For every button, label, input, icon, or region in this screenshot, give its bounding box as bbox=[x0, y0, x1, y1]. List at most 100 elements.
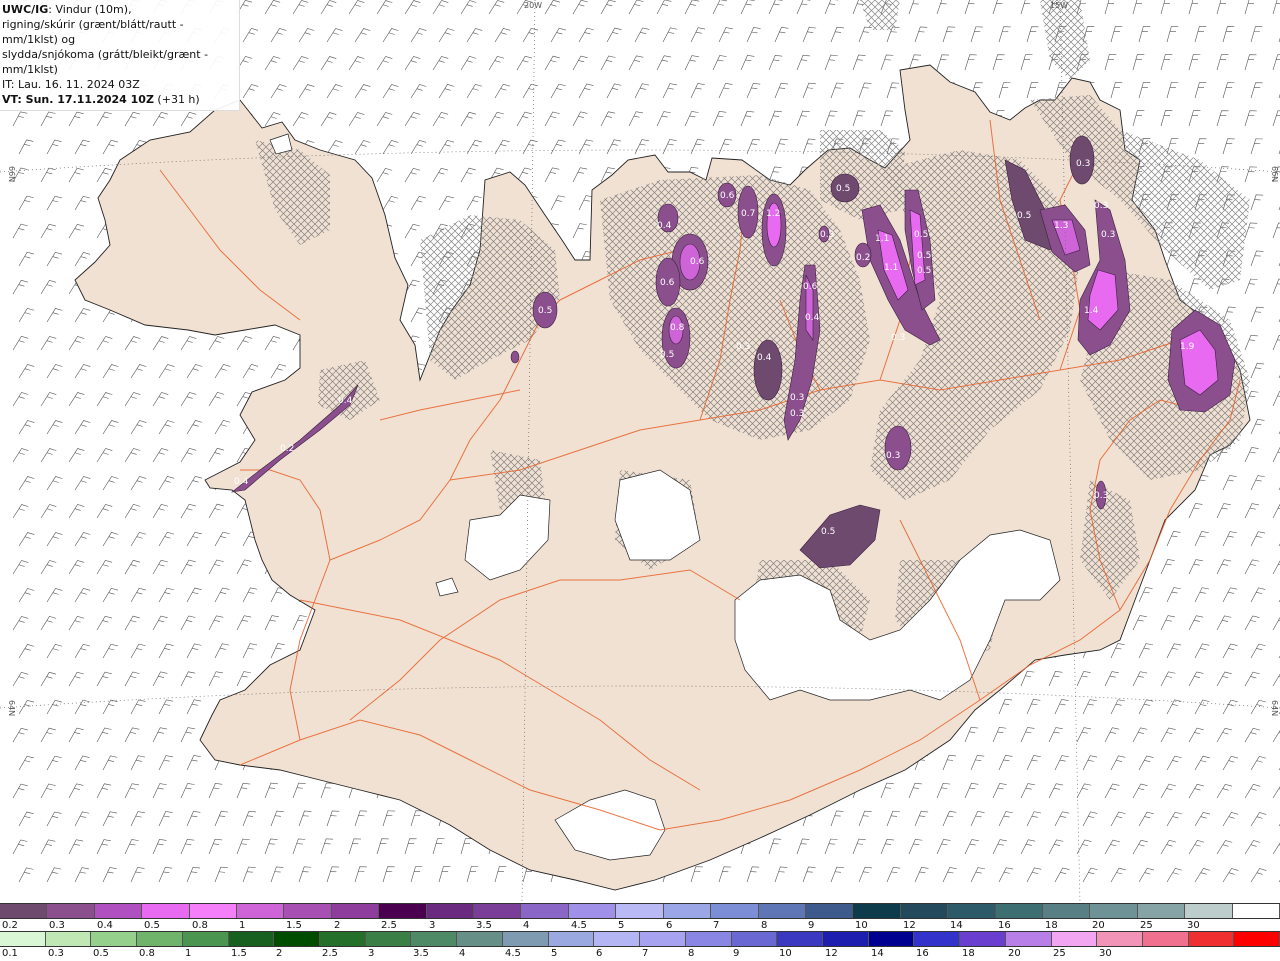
legend-swatch bbox=[1042, 904, 1091, 918]
legend-swatch bbox=[805, 904, 854, 918]
precip-label: 0.5 bbox=[836, 184, 850, 194]
legend-tick-label: 7 bbox=[642, 948, 649, 959]
legend-tick-label: 5 bbox=[551, 948, 558, 959]
precip-label: 0.4 bbox=[657, 221, 672, 231]
map-info-box: UWC/IG: Vindur (10m), rigning/skúrir (gr… bbox=[0, 0, 240, 111]
legend-swatch bbox=[274, 932, 321, 946]
snow-colorbar bbox=[0, 903, 1280, 919]
precip-label: 0.3 bbox=[790, 409, 804, 419]
legend-swatch bbox=[365, 932, 412, 946]
legend-swatch bbox=[685, 932, 732, 946]
legend-swatch bbox=[474, 904, 522, 918]
legend-tick-label: 30 bbox=[1099, 948, 1112, 959]
lon-label-15w: 15W bbox=[1050, 1, 1068, 10]
precip-label: 0.5 bbox=[821, 527, 835, 537]
legend-swatch bbox=[948, 904, 996, 918]
legend-tick-label: 12 bbox=[903, 920, 916, 931]
legend-swatch bbox=[914, 932, 961, 946]
legend-swatch bbox=[594, 932, 641, 946]
precip-label: 0.5 bbox=[1017, 211, 1031, 221]
precip-label: 0.3 bbox=[790, 393, 804, 403]
legend-tick-label: 3.5 bbox=[413, 948, 429, 959]
rain-ticks: 0.1 0.3 0.5 0.8 1 1.5 2 2.5 3 3.5 4 4.5 5 6 7 8 9 10 12 14 1… bbox=[0, 947, 1280, 961]
legend-tick-label: 9 bbox=[733, 948, 740, 959]
legend-tick-label: 0.8 bbox=[139, 948, 155, 959]
precip-label: 1.1 bbox=[875, 234, 889, 244]
legend-tick-label: 4.5 bbox=[505, 948, 521, 959]
legend-swatch bbox=[777, 932, 823, 946]
legend-swatch bbox=[1188, 932, 1235, 946]
legend-swatch bbox=[0, 932, 46, 946]
info-line-2: rigning/skúrir (grænt/blátt/rautt - mm/1… bbox=[2, 18, 184, 46]
valid-time-line: VT: Sun. 17.11.2024 10Z (+31 h) bbox=[2, 92, 236, 107]
precip-label: 0.3 bbox=[1101, 230, 1115, 240]
legend-tick-label: 0.2 bbox=[2, 920, 18, 931]
legend-tick-label: 30 bbox=[1187, 920, 1200, 931]
legend-swatch bbox=[1185, 904, 1233, 918]
legend-swatch bbox=[663, 904, 712, 918]
legend-swatch bbox=[640, 932, 686, 946]
legend-tick-label: 1 bbox=[239, 920, 246, 931]
legend-tick-label: 2 bbox=[334, 920, 341, 931]
legend-tick-label: 2.5 bbox=[322, 948, 338, 959]
lon-label-20w: 20W bbox=[524, 1, 542, 10]
info-line-1: : Vindur (10m), bbox=[48, 3, 132, 16]
legend-swatch bbox=[731, 932, 778, 946]
precip-label: 0.2 bbox=[856, 253, 870, 263]
precip-label: 0.3 bbox=[1094, 491, 1108, 501]
legend-tick-label: 16 bbox=[916, 948, 929, 959]
legend-swatch bbox=[284, 904, 332, 918]
legend-swatch bbox=[868, 932, 915, 946]
legend-tick-label: 0.3 bbox=[49, 920, 65, 931]
legend-swatch bbox=[1090, 904, 1138, 918]
precip-label: 0.3 bbox=[820, 230, 834, 240]
legend-swatch bbox=[548, 932, 595, 946]
legend-swatch bbox=[1137, 904, 1186, 918]
legend-swatch bbox=[758, 904, 806, 918]
legend-swatch bbox=[47, 904, 95, 918]
legend-swatch bbox=[320, 932, 366, 946]
legend-tick-label: 2.5 bbox=[381, 920, 397, 931]
precip-label: 0.5 bbox=[917, 251, 931, 261]
precip-label: 0.6 bbox=[690, 257, 705, 267]
info-line-3: slydda/snjókoma (grátt/bleikt/grænt - mm… bbox=[2, 48, 209, 76]
legend-tick-label: 0.8 bbox=[192, 920, 208, 931]
legend-tick-label: 25 bbox=[1053, 948, 1066, 959]
valid-time: VT: Sun. 17.11.2024 10Z bbox=[2, 93, 154, 106]
legend-tick-label: 3 bbox=[368, 948, 375, 959]
legend-swatch bbox=[189, 904, 238, 918]
snow-legend: 0.2 0.3 0.4 0.5 0.8 1 1.5 2 2.5 3 3.5 4 4.5 5 6 7 8 9 10 12… bbox=[0, 903, 1280, 933]
legend-tick-label: 1 bbox=[185, 948, 192, 959]
precip-label: 1.2 bbox=[766, 209, 780, 219]
legend-swatch bbox=[379, 904, 427, 918]
legend-swatch bbox=[1005, 932, 1052, 946]
rain-colorbar bbox=[0, 931, 1280, 947]
precip-label: 1.3 bbox=[1054, 221, 1068, 231]
legend-swatch bbox=[853, 904, 901, 918]
legend-tick-label: 16 bbox=[998, 920, 1011, 931]
legend-swatch bbox=[616, 904, 664, 918]
precip-label: 0.3 bbox=[886, 451, 900, 461]
legend-swatch bbox=[568, 904, 617, 918]
initial-time: IT: Lau. 16. 11. 2024 03Z bbox=[2, 78, 140, 91]
legend-tick-label: 0.1 bbox=[2, 948, 18, 959]
precip-label: 0.4 bbox=[234, 477, 249, 487]
legend-tick-label: 1.5 bbox=[286, 920, 302, 931]
legend-swatch bbox=[1097, 932, 1143, 946]
legend-tick-label: 6 bbox=[666, 920, 673, 931]
legend-tick-label: 8 bbox=[688, 948, 695, 959]
precip-label: 0.4 bbox=[338, 396, 353, 406]
legend-tick-label: 4 bbox=[523, 920, 530, 931]
legend-tick-label: 8 bbox=[761, 920, 768, 931]
legend-tick-label: 18 bbox=[1045, 920, 1058, 931]
legend-swatch bbox=[711, 904, 759, 918]
precip-label: 1.1 bbox=[884, 263, 898, 273]
legend-swatch bbox=[502, 932, 549, 946]
legend-swatch bbox=[411, 932, 458, 946]
legend-tick-label: 10 bbox=[855, 920, 868, 931]
precip-label: 0.3 bbox=[891, 333, 905, 343]
legend-tick-label: 12 bbox=[825, 948, 838, 959]
legend-tick-label: 18 bbox=[962, 948, 975, 959]
precip-label: 0.4 bbox=[757, 353, 772, 363]
legend-swatch bbox=[521, 904, 569, 918]
